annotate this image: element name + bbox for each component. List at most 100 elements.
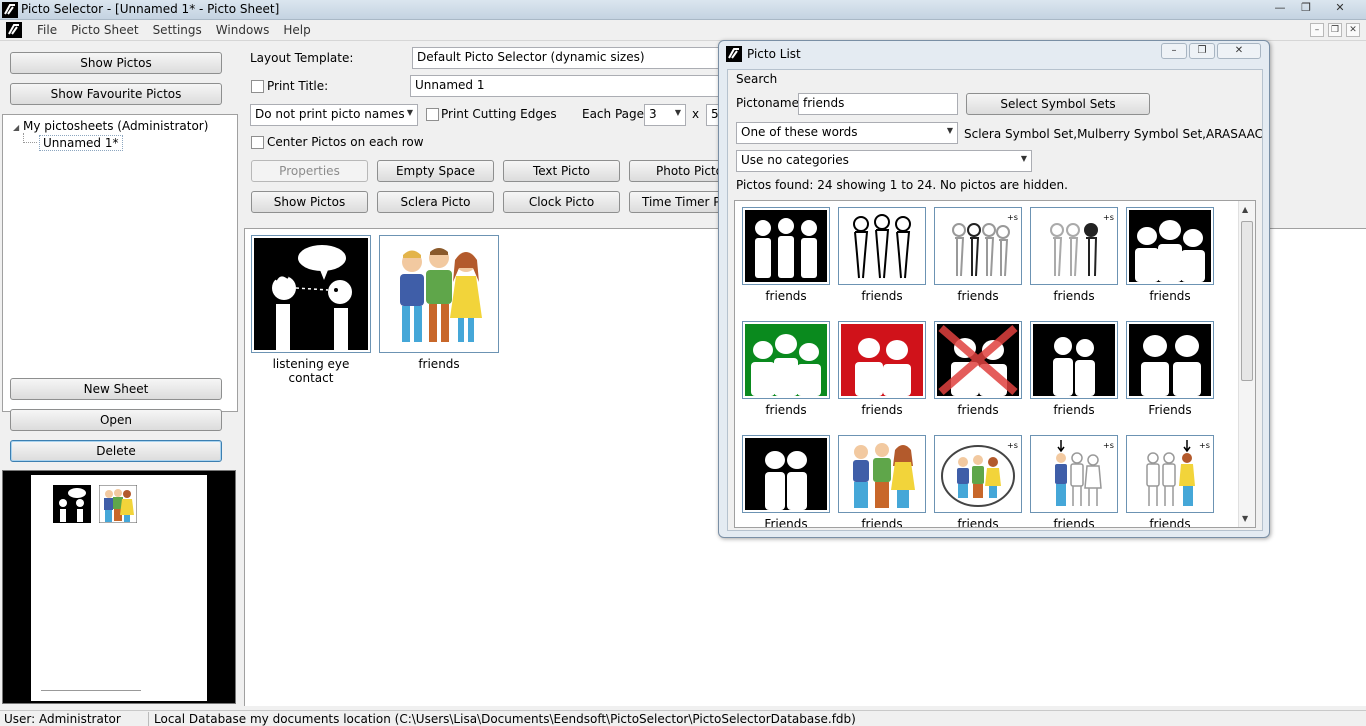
picto-list-maximize-button[interactable]: ❐ bbox=[1189, 43, 1215, 59]
scrollbar-thumb[interactable] bbox=[1241, 221, 1253, 381]
picto-names-select[interactable]: Do not print picto names ▼ bbox=[250, 104, 418, 126]
mdi-close-button[interactable]: ✕ bbox=[1346, 23, 1360, 37]
scroll-up-icon[interactable]: ▲ bbox=[1242, 205, 1248, 214]
print-cutting-edges-checkbox[interactable] bbox=[426, 108, 439, 121]
result-picto-frame[interactable] bbox=[838, 435, 926, 513]
result-picto-frame[interactable]: +s bbox=[934, 435, 1022, 513]
maximize-button[interactable]: ❐ bbox=[1294, 0, 1318, 16]
show-pictos-toolbar-button[interactable]: Show Pictos bbox=[251, 191, 368, 213]
sheet-picto-frame[interactable] bbox=[379, 235, 499, 353]
result-picto-frame[interactable]: +s bbox=[1126, 435, 1214, 513]
pictoname-input[interactable]: friends bbox=[798, 93, 958, 115]
result-picto[interactable]: friends bbox=[837, 321, 927, 417]
result-picto-frame[interactable] bbox=[742, 321, 830, 399]
menu-file[interactable]: File bbox=[30, 23, 64, 37]
picto-list-minimize-button[interactable]: – bbox=[1161, 43, 1187, 59]
result-picto-frame[interactable] bbox=[742, 435, 830, 513]
tree-node-root[interactable]: ◢ My pictosheets (Administrator) bbox=[13, 119, 208, 133]
delete-button[interactable]: Delete bbox=[10, 440, 222, 462]
sheet-picto-frame[interactable] bbox=[251, 235, 371, 353]
result-picto-frame[interactable] bbox=[1126, 207, 1214, 285]
properties-button[interactable]: Properties bbox=[251, 160, 368, 182]
close-button[interactable]: ✕ bbox=[1320, 0, 1360, 16]
categories-select[interactable]: Use no categories ▼ bbox=[736, 150, 1032, 172]
result-picto[interactable]: friends bbox=[837, 435, 927, 527]
each-page-label: Each Page bbox=[582, 107, 645, 121]
arrow-friends-icon: +s bbox=[1033, 438, 1115, 510]
result-picto[interactable]: +s friends bbox=[1029, 435, 1119, 528]
print-title-input[interactable]: Unnamed 1 bbox=[410, 75, 722, 97]
dropdown-arrow-icon[interactable]: ▼ bbox=[407, 108, 413, 117]
result-picto[interactable]: friends bbox=[741, 321, 831, 417]
show-favourite-pictos-button[interactable]: Show Favourite Pictos bbox=[10, 83, 222, 105]
sheet-preview bbox=[2, 470, 236, 704]
result-picto[interactable]: friends bbox=[933, 321, 1023, 417]
result-picto-caption: friends bbox=[1053, 403, 1095, 417]
result-picto[interactable]: friends bbox=[1029, 321, 1119, 417]
print-cutting-edges-label: Print Cutting Edges bbox=[441, 107, 557, 121]
result-picto[interactable]: friends bbox=[1125, 207, 1215, 303]
result-picto[interactable]: Friends bbox=[741, 435, 831, 527]
open-button[interactable]: Open bbox=[10, 409, 222, 431]
menu-windows[interactable]: Windows bbox=[209, 23, 277, 37]
result-picto[interactable]: friends bbox=[837, 207, 927, 303]
result-picto[interactable]: +s friends bbox=[933, 207, 1023, 303]
each-page-columns-select[interactable]: 3 ▼ bbox=[644, 104, 686, 126]
picto-results-grid[interactable]: friends friends +s friends +s friends fr… bbox=[734, 200, 1256, 528]
result-picto-frame[interactable] bbox=[838, 207, 926, 285]
sheet-picto-2[interactable]: friends bbox=[379, 235, 499, 371]
result-picto[interactable]: +s friends bbox=[1125, 435, 1215, 527]
menu-help[interactable]: Help bbox=[276, 23, 317, 37]
dropdown-arrow-icon[interactable]: ▼ bbox=[947, 126, 953, 135]
tree-expand-icon[interactable]: ◢ bbox=[13, 123, 23, 132]
tree-connector bbox=[23, 133, 37, 143]
minimize-button[interactable]: — bbox=[1268, 0, 1292, 16]
print-title-checkbox[interactable] bbox=[251, 80, 264, 93]
menu-settings[interactable]: Settings bbox=[146, 23, 209, 37]
result-picto-caption: friends bbox=[957, 403, 999, 417]
word-match-select[interactable]: One of these words ▼ bbox=[736, 122, 958, 144]
result-picto[interactable]: Friends bbox=[1125, 321, 1215, 417]
mdi-restore-button[interactable]: ❐ bbox=[1328, 23, 1342, 37]
mdi-minimize-button[interactable]: – bbox=[1310, 23, 1324, 37]
sclera-picto-button[interactable]: Sclera Picto bbox=[377, 191, 494, 213]
preview-footer-line bbox=[41, 690, 141, 691]
time-timer-picto-button[interactable]: Time Timer Picto bbox=[629, 191, 721, 213]
result-picto-frame[interactable]: +s bbox=[1030, 435, 1118, 513]
clock-picto-button[interactable]: Clock Picto bbox=[503, 191, 620, 213]
mdi-app-icon[interactable] bbox=[6, 22, 22, 38]
result-picto-frame[interactable]: +s bbox=[1030, 207, 1118, 285]
result-picto-frame[interactable] bbox=[1030, 321, 1118, 399]
results-scrollbar[interactable]: ▲ ▼ bbox=[1238, 201, 1255, 527]
each-page-x-label: x bbox=[692, 107, 700, 121]
menu-picto-sheet[interactable]: Picto Sheet bbox=[64, 23, 145, 37]
result-picto[interactable]: +s friends bbox=[933, 435, 1023, 527]
result-picto-frame[interactable] bbox=[1126, 321, 1214, 399]
svg-text:+s: +s bbox=[1199, 441, 1210, 450]
show-pictos-button[interactable]: Show Pictos bbox=[10, 52, 222, 74]
layout-template-field[interactable]: Default Picto Selector (dynamic sizes) bbox=[412, 47, 722, 69]
word-match-value: One of these words bbox=[741, 125, 858, 139]
dropdown-arrow-icon[interactable]: ▼ bbox=[675, 108, 681, 117]
scroll-down-icon[interactable]: ▼ bbox=[1242, 514, 1248, 523]
photo-picto-button[interactable]: Photo Picto bbox=[629, 160, 721, 182]
result-picto-frame[interactable] bbox=[838, 321, 926, 399]
dropdown-arrow-icon[interactable]: ▼ bbox=[1021, 154, 1027, 163]
result-picto-frame[interactable]: +s bbox=[934, 207, 1022, 285]
picto-list-window[interactable]: Picto List – ❐ ✕ Search Pictoname friend… bbox=[718, 40, 1270, 538]
text-picto-button[interactable]: Text Picto bbox=[503, 160, 620, 182]
center-pictos-checkbox[interactable] bbox=[251, 136, 264, 149]
result-picto[interactable]: +s friends bbox=[1029, 207, 1119, 303]
new-sheet-button[interactable]: New Sheet bbox=[10, 378, 222, 400]
result-picto-frame[interactable] bbox=[742, 207, 830, 285]
empty-space-button[interactable]: Empty Space bbox=[377, 160, 494, 182]
result-picto-frame[interactable] bbox=[934, 321, 1022, 399]
tree-node-unnamed[interactable]: Unnamed 1* bbox=[39, 135, 123, 151]
picto-list-close-button[interactable]: ✕ bbox=[1217, 43, 1261, 59]
select-symbol-sets-button[interactable]: Select Symbol Sets bbox=[966, 93, 1150, 115]
grey-three-friends-icon: +s bbox=[937, 210, 1019, 282]
pictosheet-tree[interactable]: ◢ My pictosheets (Administrator) Unnamed … bbox=[2, 114, 238, 412]
result-picto-caption: friends bbox=[1053, 517, 1095, 528]
result-picto[interactable]: friends bbox=[741, 207, 831, 303]
sheet-picto-1[interactable]: listening eye contact bbox=[251, 235, 371, 385]
